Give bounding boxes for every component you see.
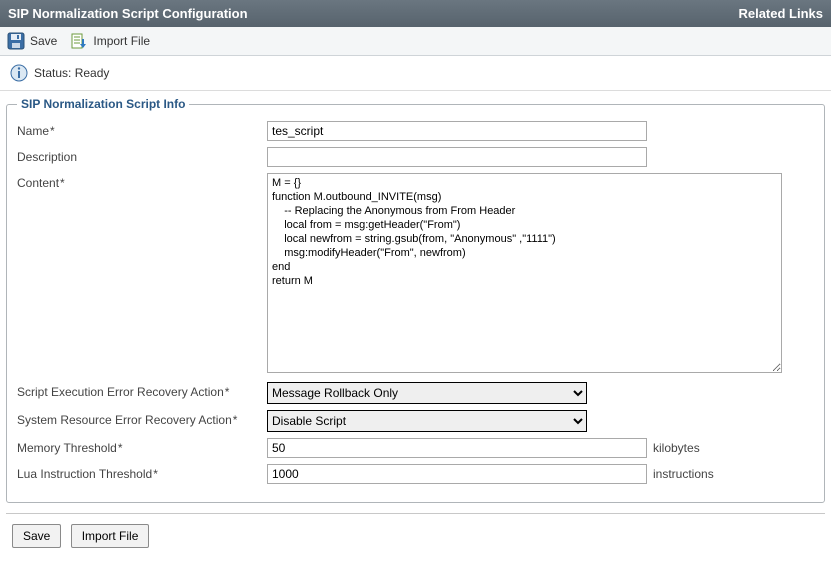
content-label: Content [17, 173, 267, 190]
import-file-button[interactable]: Import File [71, 524, 150, 548]
script-err-select[interactable]: Message Rollback Only [267, 382, 587, 404]
import-file-icon [69, 31, 89, 51]
separator [6, 513, 825, 514]
lua-threshold-input[interactable] [267, 464, 647, 484]
info-icon [10, 64, 28, 82]
memory-threshold-label: Memory Threshold [17, 438, 267, 455]
save-button[interactable]: Save [12, 524, 61, 548]
import-toolbar-button[interactable]: Import File [69, 31, 150, 51]
status-bar: Status: Ready [0, 56, 831, 91]
save-toolbar-button[interactable]: Save [6, 31, 57, 51]
name-label: Name [17, 121, 267, 138]
title-bar: SIP Normalization Script Configuration R… [0, 0, 831, 27]
import-toolbar-label: Import File [93, 34, 150, 48]
memory-threshold-unit: kilobytes [653, 438, 700, 455]
description-input[interactable] [267, 147, 647, 167]
sys-err-label: System Resource Error Recovery Action [17, 410, 267, 427]
description-label: Description [17, 147, 267, 164]
script-err-label: Script Execution Error Recovery Action [17, 382, 267, 399]
lua-threshold-unit: instructions [653, 464, 714, 481]
status-value: Ready [75, 66, 110, 80]
page-title: SIP Normalization Script Configuration [8, 6, 248, 21]
sys-err-select[interactable]: Disable Script [267, 410, 587, 432]
fieldset-legend: SIP Normalization Script Info [17, 97, 189, 111]
save-toolbar-label: Save [30, 34, 57, 48]
memory-threshold-input[interactable] [267, 438, 647, 458]
lua-threshold-label: Lua Instruction Threshold [17, 464, 267, 481]
related-links[interactable]: Related Links [738, 6, 823, 21]
status-label: Status: Ready [34, 66, 109, 80]
floppy-disk-icon [6, 31, 26, 51]
toolbar: Save Import File [0, 27, 831, 56]
content-textarea[interactable] [267, 173, 782, 373]
bottom-actions: Save Import File [6, 524, 825, 558]
script-info-fieldset: SIP Normalization Script Info Name Descr… [6, 97, 825, 503]
name-input[interactable] [267, 121, 647, 141]
